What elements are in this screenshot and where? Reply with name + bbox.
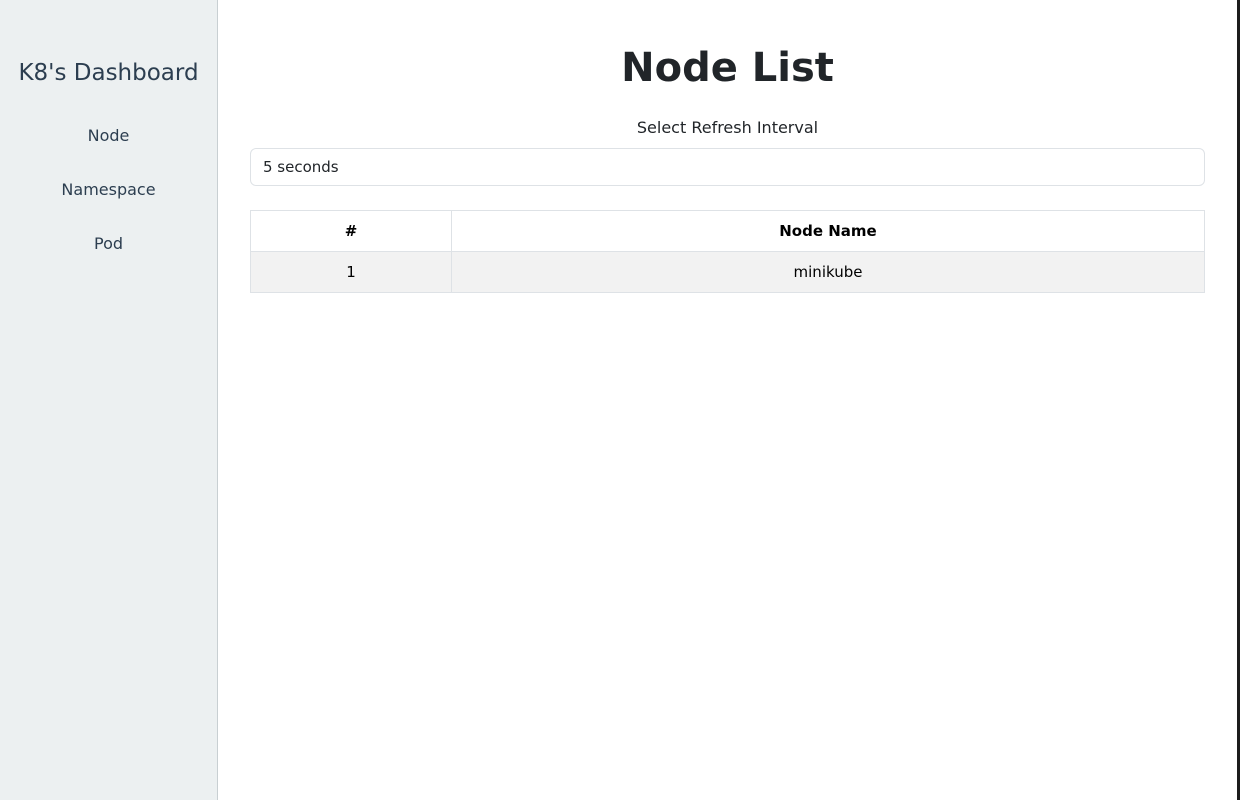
column-header-number: # (250, 210, 452, 252)
table-cell-number: 1 (250, 251, 452, 293)
sidebar-item-namespace[interactable]: Namespace (0, 179, 217, 201)
column-header-node-name: Node Name (451, 210, 1205, 252)
page-title: Node List (621, 45, 834, 91)
table-cell-node-name: minikube (451, 251, 1205, 293)
main-content: Node List Select Refresh Interval 5 seco… (250, 0, 1205, 800)
sidebar: K8's Dashboard Node Namespace Pod (0, 0, 218, 800)
app-window: K8's Dashboard Node Namespace Pod Node L… (0, 0, 1240, 800)
node-table: # Node Name 1 minikube (250, 210, 1205, 293)
sidebar-item-node[interactable]: Node (0, 125, 217, 147)
table-row: 1 minikube (250, 251, 1205, 293)
refresh-interval-label: Select Refresh Interval (636, 118, 819, 137)
refresh-interval-select[interactable]: 5 seconds (250, 148, 1205, 186)
brand-title[interactable]: K8's Dashboard (0, 58, 217, 88)
sidebar-item-pod[interactable]: Pod (0, 233, 217, 255)
table-header-row: # Node Name (250, 210, 1205, 252)
